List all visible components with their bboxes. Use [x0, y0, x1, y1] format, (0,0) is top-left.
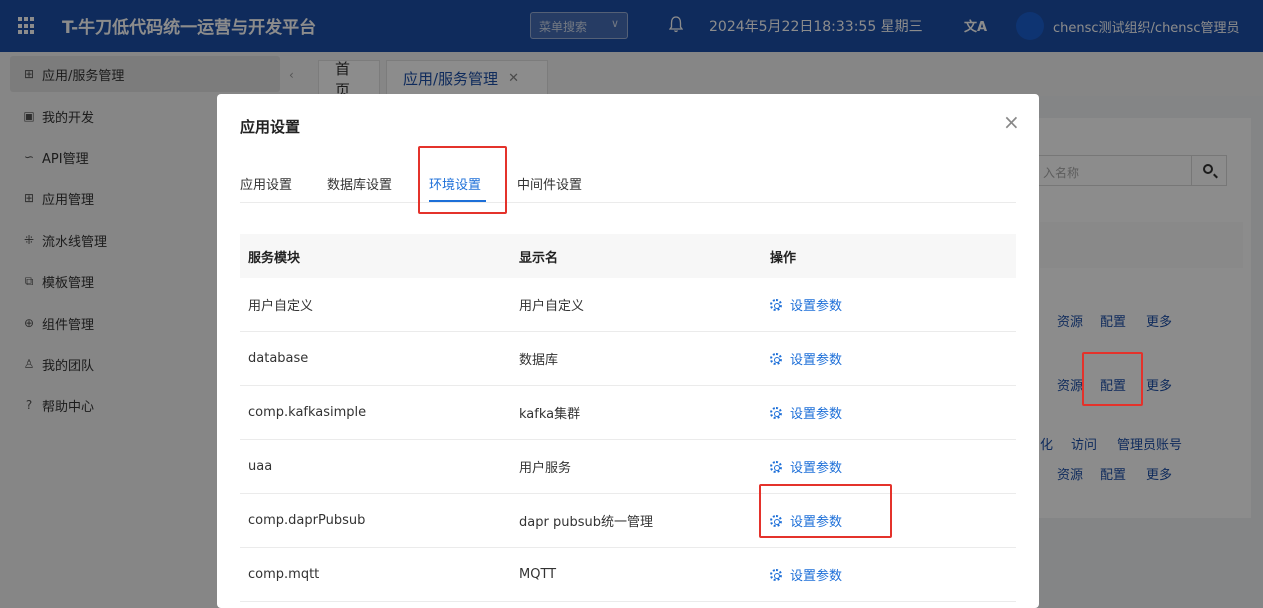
module-cell: uaa [248, 459, 273, 474]
set-params-button[interactable]: 设置参数 [770, 278, 842, 331]
column-header-action: 操作 [770, 250, 797, 266]
module-cell: comp.mqtt [248, 567, 320, 582]
module-cell: comp.kafkasimple [248, 405, 367, 420]
set-params-label: 设置参数 [790, 407, 843, 422]
tab-app-settings[interactable]: 应用设置 [240, 174, 292, 193]
highlight-box [1082, 352, 1143, 406]
module-cell: database [248, 351, 309, 366]
table-row: 用户自定义 用户自定义 设置参数 [240, 278, 1016, 332]
display-name-cell: 数据库 [519, 353, 559, 368]
set-params-label: 设置参数 [790, 353, 843, 368]
gear-icon [770, 352, 782, 365]
table-row: uaa 用户服务 设置参数 [240, 440, 1016, 494]
table-row: comp.daprPubsub dapr pubsub统一管理 设置参数 [240, 494, 1016, 548]
display-name-cell: 用户服务 [519, 461, 572, 476]
column-header-module: 服务模块 [248, 250, 301, 266]
app-settings-dialog: 应用设置 × 应用设置 数据库设置 环境设置 中间件设置 服务模块 显示名 操作… [217, 94, 1039, 608]
column-header-display-name: 显示名 [519, 250, 559, 266]
set-params-button[interactable]: 设置参数 [770, 386, 842, 439]
table-header: 服务模块 显示名 操作 [240, 234, 1016, 278]
module-cell: comp.daprPubsub [248, 513, 366, 528]
module-cell: 用户自定义 [248, 299, 314, 314]
gear-icon [770, 568, 782, 581]
gear-icon [770, 406, 782, 419]
env-settings-table: 服务模块 显示名 操作 用户自定义 用户自定义 设置参数 database 数据… [240, 234, 1016, 602]
set-params-label: 设置参数 [790, 299, 843, 314]
highlight-box [759, 484, 892, 538]
set-params-label: 设置参数 [790, 569, 843, 584]
set-params-button[interactable]: 设置参数 [770, 548, 842, 601]
table-row: database 数据库 设置参数 [240, 332, 1016, 386]
gear-icon [770, 460, 782, 473]
gear-icon [770, 298, 782, 311]
display-name-cell: 用户自定义 [519, 299, 585, 314]
dialog-title: 应用设置 [240, 118, 301, 136]
close-icon[interactable]: × [1003, 110, 1020, 134]
set-params-button[interactable]: 设置参数 [770, 332, 842, 385]
display-name-cell: dapr pubsub统一管理 [519, 515, 653, 530]
tab-database-settings[interactable]: 数据库设置 [327, 174, 392, 193]
set-params-label: 设置参数 [790, 461, 843, 476]
highlight-box [418, 146, 507, 214]
display-name-cell: MQTT [519, 567, 557, 582]
table-row: comp.mqtt MQTT 设置参数 [240, 548, 1016, 602]
table-row: comp.kafkasimple kafka集群 设置参数 [240, 386, 1016, 440]
display-name-cell: kafka集群 [519, 407, 581, 422]
tab-divider [240, 202, 1016, 203]
tab-middleware-settings[interactable]: 中间件设置 [517, 174, 582, 193]
